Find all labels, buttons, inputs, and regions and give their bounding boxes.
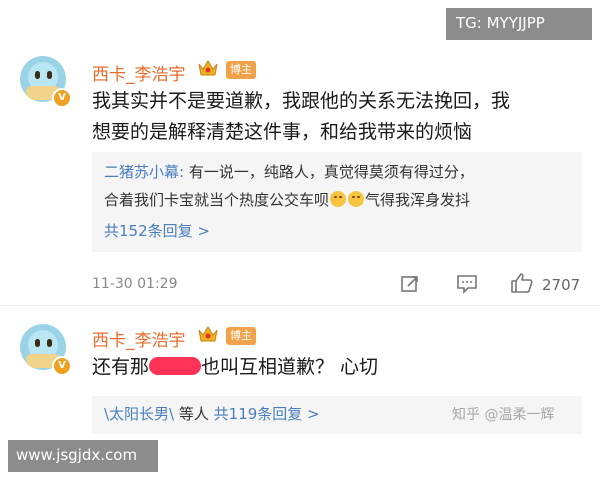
- timestamp: 11-30 01:29: [92, 276, 178, 292]
- reply-mention[interactable]: \太阳长男\: [104, 405, 174, 423]
- reply-text: 合着我们卡宝就当个热度公交车呗: [104, 191, 330, 209]
- avatar-eye-left: [35, 71, 40, 79]
- comment-text: 我其实并不是要道歉，我跟他的关系无法挽回，我 想要的是解释清楚这件事，和给我带来…: [92, 86, 510, 148]
- view-replies-link[interactable]: 共152条回复 >: [104, 220, 210, 241]
- like-icon[interactable]: [510, 272, 534, 294]
- watermark-top-text: TG: MYYJJPP: [456, 14, 545, 32]
- avatar[interactable]: V: [20, 56, 72, 108]
- reply-line: 二猪苏小幕: 有一说一，纯路人，真觉得莫须有得过分，: [104, 160, 474, 185]
- smile-emoji-icon: [348, 191, 365, 207]
- redaction-mark: [149, 357, 202, 375]
- comment-text-part: 也叫互相道歉？ 心切: [201, 356, 379, 378]
- host-badge: 博主: [226, 327, 256, 345]
- comment-icon[interactable]: [456, 274, 478, 294]
- username[interactable]: 西卡_李浩宇: [92, 326, 186, 351]
- comment-text-line: 想要的是解释清楚这件事，和给我带来的烦恼: [92, 121, 473, 143]
- avatar-eye-left: [35, 339, 40, 347]
- view-replies-link[interactable]: 共119条回复 >: [214, 405, 320, 423]
- avatar-eye-right: [47, 339, 52, 347]
- username[interactable]: 西卡_李浩宇: [92, 60, 186, 85]
- divider: [0, 305, 600, 306]
- reply-summary[interactable]: \太阳长男\ 等人 共119条回复 > 知乎 @温柔一辉: [92, 396, 582, 434]
- reply-summary-line: \太阳长男\ 等人 共119条回复 >: [104, 402, 320, 427]
- crown-icon: [197, 324, 219, 344]
- host-badge: 博主: [226, 61, 256, 79]
- like-count: 2707: [542, 276, 581, 294]
- verified-badge: V: [52, 88, 72, 108]
- zhihu-watermark: 知乎 @温柔一辉: [452, 407, 555, 423]
- crown-icon: [197, 58, 219, 78]
- smile-emoji-icon: [330, 191, 347, 207]
- reply-line: 合着我们卡宝就当个热度公交车呗 气得我浑身发抖: [104, 188, 470, 213]
- watermark-top-box: TG: MYYJJPP: [446, 8, 592, 40]
- forward-icon[interactable]: [400, 274, 420, 294]
- comment-text-part: 还有那: [92, 356, 150, 378]
- reply-text: 有一说一，纯路人，真觉得莫须有得过分，: [184, 163, 474, 181]
- watermark-bottom-text: www.jsgjdx.com: [16, 446, 138, 464]
- comment-text: 还有那 也叫互相道歉？ 心切: [92, 352, 378, 383]
- verified-badge: V: [52, 356, 72, 376]
- reply-preview[interactable]: 二猪苏小幕: 有一说一，纯路人，真觉得莫须有得过分， 合着我们卡宝就当个热度公交…: [92, 152, 582, 252]
- avatar-eye-right: [47, 71, 52, 79]
- watermark-bottom-box: www.jsgjdx.com: [8, 440, 158, 472]
- reply-author[interactable]: 二猪苏小幕:: [104, 163, 184, 181]
- avatar[interactable]: V: [20, 324, 72, 376]
- reply-text: 气得我浑身发抖: [365, 191, 471, 209]
- reply-others: 等人: [174, 405, 214, 423]
- comment-text-line: 我其实并不是要道歉，我跟他的关系无法挽回，我: [92, 90, 511, 112]
